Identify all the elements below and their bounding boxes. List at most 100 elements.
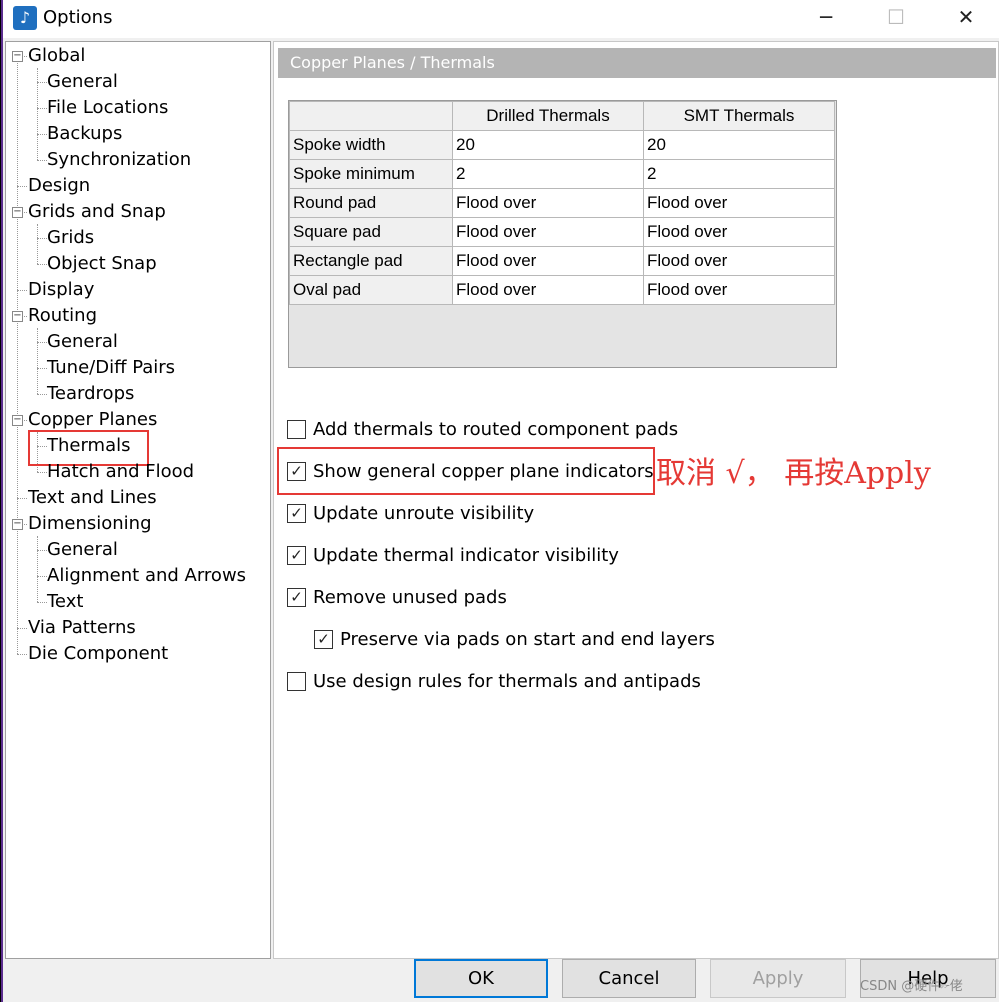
table-corner-header: [289, 101, 453, 131]
table-cell[interactable]: Flood over: [643, 275, 835, 305]
apply-button[interactable]: Apply: [710, 959, 846, 998]
tree-item[interactable]: Text: [47, 590, 83, 614]
tree-item[interactable]: File Locations: [47, 96, 168, 120]
tree-item[interactable]: Global: [28, 44, 85, 68]
tree-root-connector: [17, 56, 18, 654]
checkbox[interactable]: ✓: [314, 630, 333, 649]
background-window-edge: [0, 0, 3, 1002]
column-header-drilled[interactable]: Drilled Thermals: [452, 101, 644, 131]
tree-expander-icon[interactable]: −: [12, 51, 23, 62]
table-cell[interactable]: Flood over: [643, 246, 835, 276]
table-row: Oval pad Flood over Flood over: [289, 275, 835, 305]
window-title: Options: [43, 7, 113, 28]
tree-item-connector: [37, 550, 47, 551]
checkbox[interactable]: [287, 672, 306, 691]
tree-item-connector: [37, 368, 47, 369]
checkbox-label: Update thermal indicator visibility: [313, 545, 619, 566]
table-row: Spoke minimum 2 2: [289, 159, 835, 189]
row-header: Rectangle pad: [289, 246, 453, 276]
tree-item-connector: [37, 472, 47, 473]
tree-expander-icon[interactable]: −: [12, 311, 23, 322]
row-header: Spoke minimum: [289, 159, 453, 189]
cancel-button[interactable]: Cancel: [562, 959, 696, 998]
tree-item[interactable]: Hatch and Flood: [47, 460, 194, 484]
row-header: Spoke width: [289, 130, 453, 160]
tree-item[interactable]: General: [47, 330, 118, 354]
title-bar: ♪ Options ─ ☐ ✕: [3, 0, 999, 38]
tree-item[interactable]: Synchronization: [47, 148, 191, 172]
table-cell[interactable]: Flood over: [643, 217, 835, 247]
tree-item[interactable]: Copper Planes: [28, 408, 157, 432]
table-cell[interactable]: 2: [643, 159, 835, 189]
row-header: Round pad: [289, 188, 453, 218]
tree-item[interactable]: Design: [28, 174, 90, 198]
tree-item[interactable]: Display: [28, 278, 94, 302]
options-app-icon: ♪: [13, 6, 37, 30]
tree-item[interactable]: Dimensioning: [28, 512, 152, 536]
tree-item[interactable]: Object Snap: [47, 252, 157, 276]
tree-item-connector: [17, 186, 27, 187]
row-header: Square pad: [289, 217, 453, 247]
table-cell[interactable]: 2: [452, 159, 644, 189]
tree-item[interactable]: Grids and Snap: [28, 200, 166, 224]
thermals-table-container: Drilled Thermals SMT Thermals Spoke widt…: [288, 100, 837, 368]
settings-panel: Copper Planes / Thermals Drilled Thermal…: [273, 41, 999, 959]
minimize-button[interactable]: ─: [803, 0, 849, 36]
tree-item-connector: [37, 602, 47, 603]
tree-expander-icon[interactable]: −: [12, 207, 23, 218]
tree-item[interactable]: Alignment and Arrows: [47, 564, 246, 588]
table-row: Spoke width 20 20: [289, 130, 835, 160]
tree-branch-connector: [37, 536, 38, 602]
checkbox-label: Add thermals to routed component pads: [313, 419, 679, 440]
checkbox[interactable]: ✓: [287, 588, 306, 607]
tree-item[interactable]: Die Component: [28, 642, 168, 666]
checkbox-label: Update unroute visibility: [313, 503, 535, 524]
table-cell[interactable]: Flood over: [452, 217, 644, 247]
table-cell[interactable]: Flood over: [452, 246, 644, 276]
tree-item-connector: [17, 498, 27, 499]
tree-expander-icon[interactable]: −: [12, 415, 23, 426]
close-button[interactable]: ✕: [943, 0, 989, 36]
tree-branch-connector: [37, 224, 38, 264]
column-header-smt[interactable]: SMT Thermals: [643, 101, 835, 131]
table-cell[interactable]: Flood over: [452, 275, 644, 305]
thermals-table: Drilled Thermals SMT Thermals Spoke widt…: [289, 101, 835, 305]
tree-item-connector: [37, 264, 47, 265]
checkbox[interactable]: [287, 420, 306, 439]
tree-item-connector: [37, 394, 47, 395]
tree-item-connector: [17, 628, 27, 629]
checkbox[interactable]: ✓: [287, 546, 306, 565]
options-tree[interactable]: − Global General File Locations Backups Synch…: [5, 41, 271, 959]
table-row: Square pad Flood over Flood over: [289, 217, 835, 247]
tree-expander-icon[interactable]: −: [12, 519, 23, 530]
ok-button[interactable]: OK: [414, 959, 548, 998]
table-cell[interactable]: 20: [643, 130, 835, 160]
tree-item[interactable]: Via Patterns: [28, 616, 136, 640]
tree-item-connector: [17, 290, 27, 291]
panel-header: Copper Planes / Thermals: [278, 48, 996, 78]
annotation-text: 取消 √， 再按Apply: [656, 456, 931, 491]
maximize-button[interactable]: ☐: [873, 0, 919, 36]
tree-item[interactable]: Text and Lines: [28, 486, 157, 510]
tree-item-connector: [37, 238, 47, 239]
tree-item-connector: [37, 342, 47, 343]
watermark: CSDN @硬件🖙佬: [860, 979, 963, 994]
tree-item[interactable]: Teardrops: [47, 382, 134, 406]
table-cell[interactable]: Flood over: [452, 188, 644, 218]
tree-item-connector: [37, 160, 47, 161]
tree-branch-connector: [37, 328, 38, 394]
tree-item[interactable]: Grids: [47, 226, 94, 250]
table-cell[interactable]: Flood over: [643, 188, 835, 218]
tree-item[interactable]: General: [47, 70, 118, 94]
annotation-highlight-box: [277, 447, 655, 495]
tree-item-connector: [37, 82, 47, 83]
tree-item[interactable]: Tune/Diff Pairs: [47, 356, 175, 380]
table-cell[interactable]: 20: [452, 130, 644, 160]
tree-item[interactable]: Routing: [28, 304, 97, 328]
checkbox[interactable]: ✓: [287, 504, 306, 523]
tree-item[interactable]: General: [47, 538, 118, 562]
tree-item[interactable]: Backups: [47, 122, 122, 146]
tree-item-connector: [37, 576, 47, 577]
tree-item-connector: [37, 134, 47, 135]
tree-item-connector: [17, 654, 27, 655]
